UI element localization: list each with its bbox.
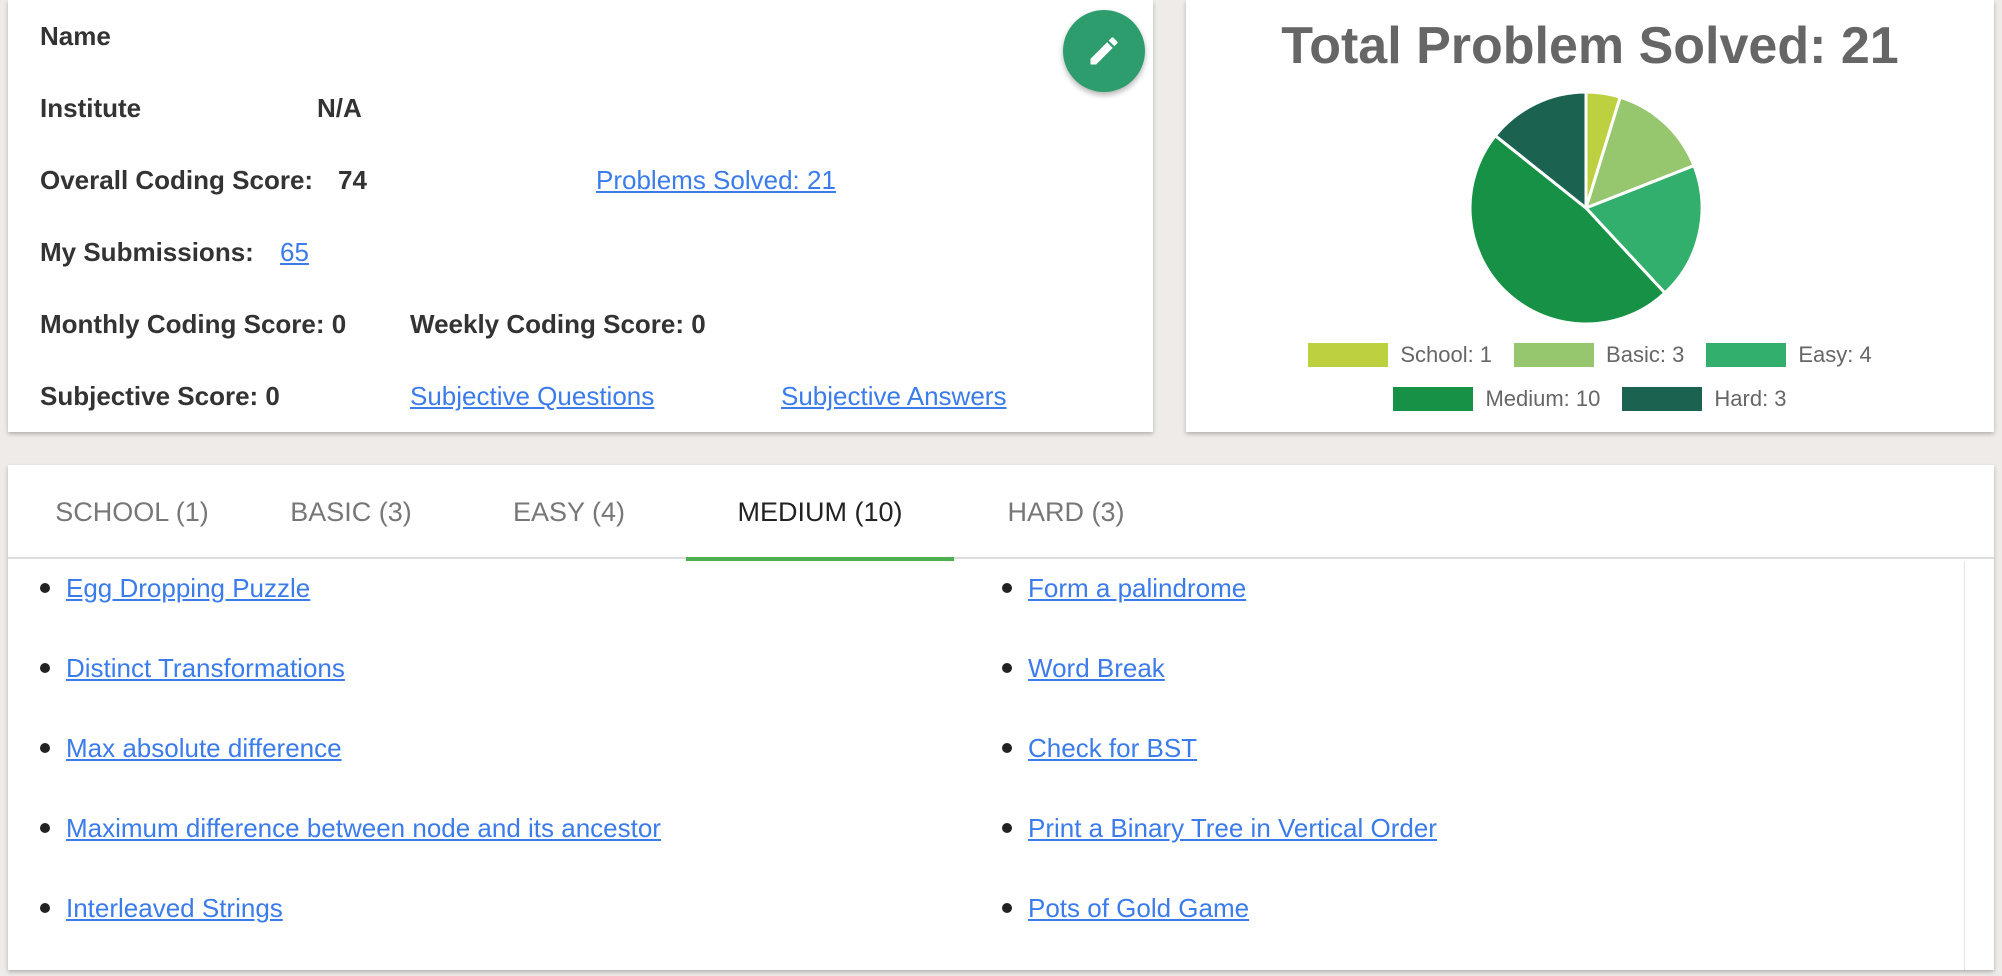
chart-legend-row: Medium: 10 Hard: 3 [1186, 386, 1994, 412]
chart-legend-row: School: 1 Basic: 3 Easy: 4 [1186, 342, 1994, 368]
list-item: Interleaved Strings [40, 891, 283, 925]
list-item: Max absolute difference [40, 731, 342, 765]
weekly-score: Weekly Coding Score: 0 [410, 309, 706, 339]
institute-label: Institute [40, 93, 142, 123]
legend-swatch [1706, 343, 1787, 367]
legend-item: Basic: 3 [1514, 342, 1684, 368]
bullet [40, 663, 50, 673]
submissions-label: My Submissions: [40, 237, 254, 267]
problem-link[interactable]: Word Break [1028, 653, 1165, 683]
overall-score-label: Overall Coding Score: [40, 165, 314, 195]
overall-score-value: 74 [338, 165, 367, 195]
problem-link[interactable]: Check for BST [1028, 733, 1197, 763]
legend-label: Easy: 4 [1798, 342, 1872, 367]
bullet [1002, 663, 1012, 673]
legend-item: School: 1 [1308, 342, 1492, 368]
problem-link[interactable]: Print a Binary Tree in Vertical Order [1028, 813, 1437, 843]
problem-link[interactable]: Egg Dropping Puzzle [66, 573, 310, 603]
bullet [40, 583, 50, 593]
tab-medium[interactable]: MEDIUM (10) [686, 465, 954, 561]
legend-item: Hard: 3 [1622, 386, 1787, 412]
monthly-score: Monthly Coding Score: 0 [40, 309, 347, 339]
submissions-link[interactable]: 65 [280, 235, 309, 269]
bullet [40, 743, 50, 753]
problem-link[interactable]: Distinct Transformations [66, 653, 345, 683]
legend-label: Medium: 10 [1485, 386, 1601, 411]
list-item: Pots of Gold Game [1002, 891, 1249, 925]
legend-label: Hard: 3 [1714, 386, 1787, 411]
problems-card: SCHOOL (1) BASIC (3) EASY (4) MEDIUM (10… [8, 465, 1994, 970]
problem-list: Egg Dropping Puzzle Distinct Transformat… [8, 561, 1965, 970]
edit-profile-button[interactable] [1063, 10, 1145, 92]
problem-link[interactable]: Interleaved Strings [66, 893, 283, 923]
list-item: Egg Dropping Puzzle [40, 571, 310, 605]
problem-link[interactable]: Form a palindrome [1028, 573, 1246, 603]
legend-label: Basic: 3 [1606, 342, 1685, 367]
bullet [1002, 903, 1012, 913]
legend-label: School: 1 [1400, 342, 1493, 367]
legend-swatch [1393, 387, 1474, 411]
list-item: Distinct Transformations [40, 651, 345, 685]
legend-item: Easy: 4 [1706, 342, 1872, 368]
pencil-icon [1090, 37, 1118, 65]
list-item: Maximum difference between node and its … [40, 811, 661, 845]
bullet [1002, 583, 1012, 593]
legend-swatch [1514, 343, 1595, 367]
bullet [40, 823, 50, 833]
problem-link[interactable]: Pots of Gold Game [1028, 893, 1249, 923]
tab-school[interactable]: SCHOOL (1) [8, 465, 256, 559]
subjective-score: Subjective Score: 0 [40, 381, 280, 411]
subjective-questions-link[interactable]: Subjective Questions [410, 379, 654, 413]
tab-hard[interactable]: HARD (3) [954, 465, 1178, 559]
problems-solved-link[interactable]: Problems Solved: 21 [596, 163, 836, 197]
bullet [40, 903, 50, 913]
difficulty-tabs: SCHOOL (1) BASIC (3) EASY (4) MEDIUM (10… [8, 465, 1994, 561]
institute-value: N/A [317, 93, 362, 123]
tab-easy[interactable]: EASY (4) [446, 465, 692, 559]
legend-swatch [1308, 343, 1389, 367]
list-item: Word Break [1002, 651, 1165, 685]
bullet [1002, 743, 1012, 753]
legend-swatch [1622, 387, 1703, 411]
legend-item: Medium: 10 [1393, 386, 1600, 412]
list-item: Print a Binary Tree in Vertical Order [1002, 811, 1437, 845]
bullet [1002, 823, 1012, 833]
profile-card: Name Institute N/A Overall Coding Score:… [8, 0, 1153, 432]
tab-basic[interactable]: BASIC (3) [256, 465, 446, 559]
chart-title: Total Problem Solved: 21 [1281, 17, 1899, 75]
name-label: Name [40, 21, 111, 51]
problem-link[interactable]: Maximum difference between node and its … [66, 813, 661, 843]
problem-link[interactable]: Max absolute difference [66, 733, 342, 763]
pie-chart [1468, 90, 1704, 326]
list-item: Form a palindrome [1002, 571, 1246, 605]
list-item: Check for BST [1002, 731, 1197, 765]
subjective-answers-link[interactable]: Subjective Answers [781, 379, 1006, 413]
chart-card: Total Problem Solved: 21 School: 1 Basic:… [1186, 0, 1994, 432]
